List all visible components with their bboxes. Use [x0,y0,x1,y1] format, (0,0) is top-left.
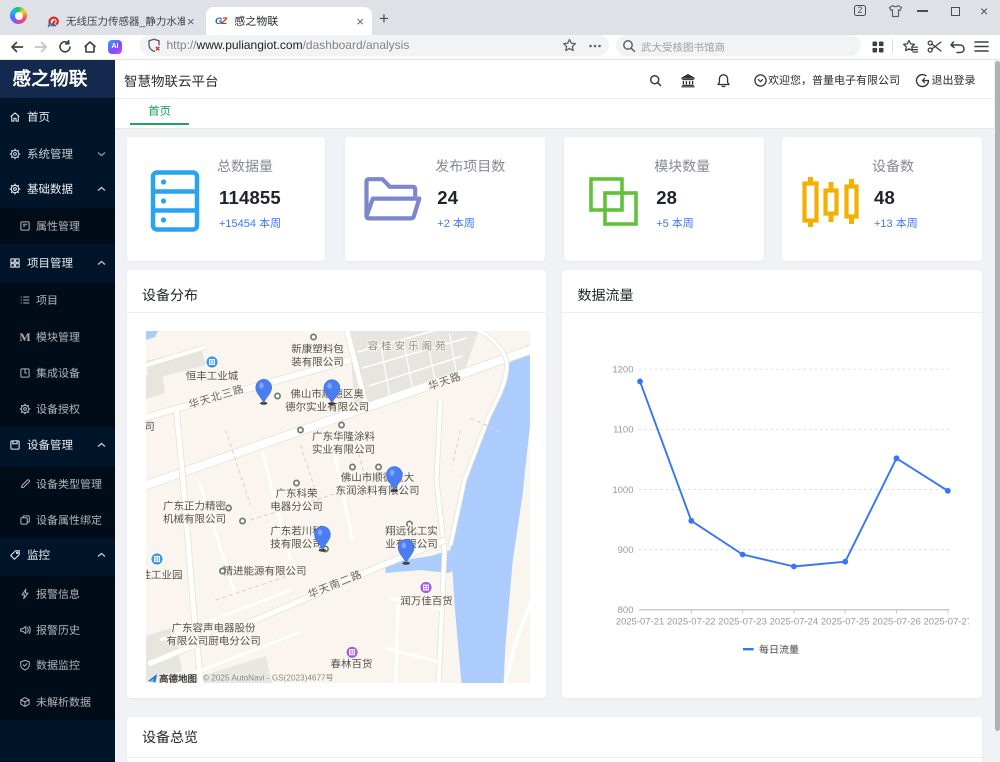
svg-text:胜工业园: 胜工业园 [146,569,183,581]
svg-text:新康塑料包: 新康塑料包 [291,343,344,355]
svg-text:广东容声电器股份: 广东容声电器股份 [171,622,255,634]
svg-text:1200: 1200 [612,364,633,375]
svg-text:翔远化工实: 翔远化工实 [385,525,438,537]
svg-text:电器分公司: 电器分公司 [270,501,323,513]
svg-text:佛山市顺德区大: 佛山市顺德区大 [340,472,414,484]
svg-text:广东华隆涂料: 广东华隆涂料 [312,431,375,443]
svg-text:技有限公司: 技有限公司 [270,538,323,550]
svg-text:2025-07-25: 2025-07-25 [821,616,870,627]
svg-text:实业有限公司: 实业有限公司 [312,444,375,456]
svg-text:广东科荣: 广东科荣 [275,488,317,500]
svg-text:精进能源有限公司: 精进能源有限公司 [222,565,306,577]
svg-text:德尔实业有限公司: 德尔实业有限公司 [285,401,369,413]
svg-text:2025-07-22: 2025-07-22 [667,616,716,627]
svg-text:恒丰工业城: 恒丰工业城 [185,370,238,382]
svg-text:2025-07-26: 2025-07-26 [872,616,921,627]
svg-text:高德地图: 高德地图 [159,673,197,684]
svg-text:装有限公司: 装有限公司 [291,356,344,368]
svg-text:1100: 1100 [613,424,633,435]
svg-text:2025-07-23: 2025-07-23 [718,616,767,627]
svg-text:© 2025 AutoNavi - GS(2023)4677: © 2025 AutoNavi - GS(2023)4677号 [203,673,334,682]
svg-text:800: 800 [618,605,634,616]
svg-text:广东正力精密: 广东正力精密 [163,500,226,512]
svg-text:春林百货: 春林百货 [330,658,372,670]
svg-text:司: 司 [146,421,155,433]
svg-text:2025-07-24: 2025-07-24 [770,616,819,627]
svg-text:机械有限公司: 机械有限公司 [163,513,226,525]
svg-text:每日流量: 每日流量 [759,643,799,655]
svg-text:润万佳百货: 润万佳百货 [400,595,453,607]
svg-text:900: 900 [618,545,634,556]
svg-text:2025-07-27: 2025-07-27 [923,616,969,627]
svg-text:有限公司厨电分公司: 有限公司厨电分公司 [166,635,261,647]
svg-text:1000: 1000 [612,484,633,495]
svg-text:2025-07-21: 2025-07-21 [616,616,665,627]
svg-text:东润涂料有限公司: 东润涂料有限公司 [335,485,419,497]
svg-text:容桂安乐阁苑: 容桂安乐阁苑 [367,340,448,352]
